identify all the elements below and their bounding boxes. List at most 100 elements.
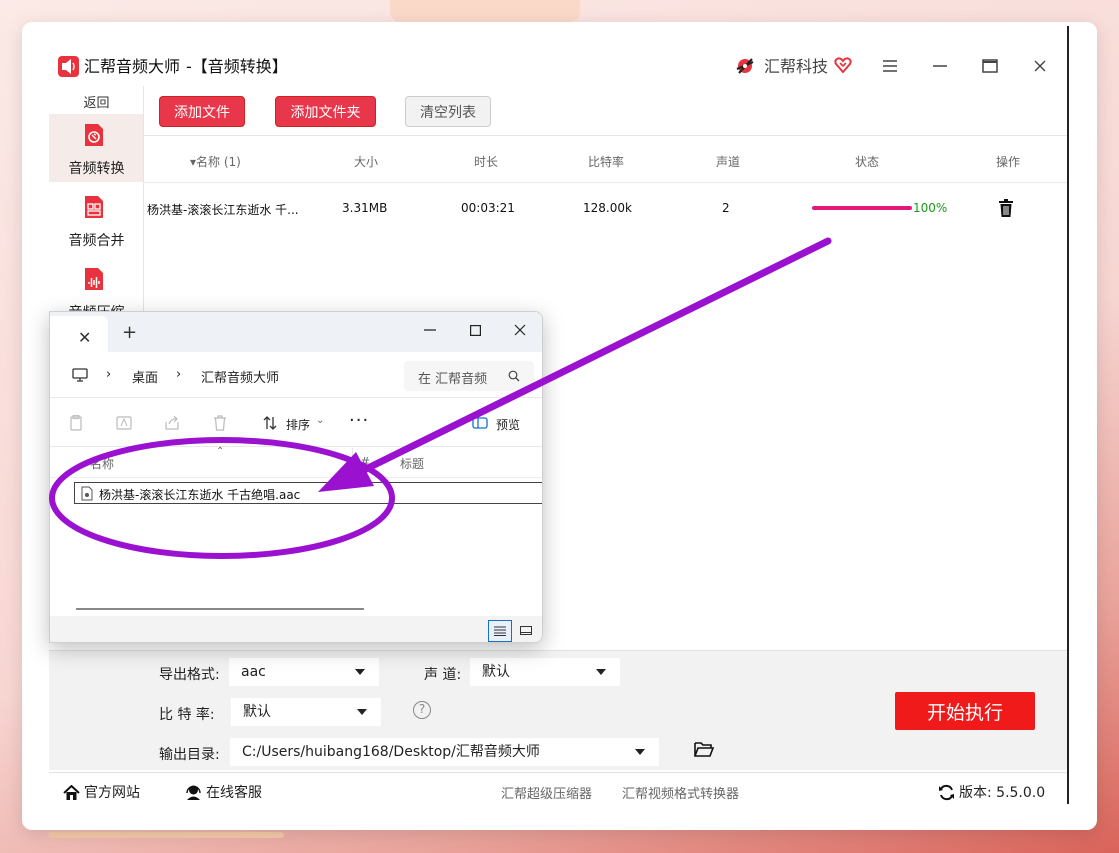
file-explorer-window: ✕ + › 桌面 › 汇帮音频大师 在 汇帮音频 排序 ⌄ ··· 预览 名称 … xyxy=(49,311,543,643)
chevron-down-icon xyxy=(357,709,367,715)
copy-icon[interactable] xyxy=(68,415,84,431)
breadcrumb-desktop[interactable]: 桌面 xyxy=(132,367,158,386)
background-decoration xyxy=(390,0,580,22)
column-duration[interactable]: 时长 xyxy=(474,153,498,170)
file-size: 3.31MB xyxy=(342,201,388,215)
clear-list-button[interactable]: 清空列表 xyxy=(405,96,491,127)
chevron-down-icon: ⌄ xyxy=(316,415,325,426)
column-name[interactable]: 名称 xyxy=(90,455,114,472)
share-icon[interactable] xyxy=(164,415,180,431)
bitrate-select[interactable]: 默认 xyxy=(231,698,381,726)
column-status[interactable]: 状态 xyxy=(855,153,879,170)
format-select[interactable]: aac xyxy=(229,658,379,686)
output-label: 输出目录: xyxy=(159,747,220,763)
file-name: 杨洪基-滚滚长江东逝水 千... xyxy=(147,203,299,217)
file-table-header: ▾名称 (1) 大小 时长 比特率 声道 状态 操作 xyxy=(144,137,1068,183)
column-title[interactable]: 标题 xyxy=(400,455,424,472)
preview-pane-icon[interactable] xyxy=(472,415,488,431)
headset-icon xyxy=(186,785,201,800)
column-bitrate[interactable]: 比特率 xyxy=(588,153,624,170)
bitrate-label: 比 特 率: xyxy=(159,707,215,723)
official-website-label: 官方网站 xyxy=(84,785,140,801)
file-list-item[interactable]: 杨洪基-滚滚长江东逝水 千古绝唱.aac xyxy=(74,482,542,504)
close-icon[interactable] xyxy=(1028,54,1052,78)
search-placeholder: 在 汇帮音频 xyxy=(418,372,488,387)
preview-button[interactable]: 预览 xyxy=(496,416,520,433)
sidebar-item-label: 音频合并 xyxy=(68,233,125,249)
toolbar: 添加文件 添加文件夹 清空列表 xyxy=(144,86,1068,136)
column-action[interactable]: 操作 xyxy=(996,153,1020,170)
close-icon[interactable] xyxy=(508,318,532,342)
sidebar-item-audio-merge[interactable]: 音频合并 xyxy=(49,186,144,254)
format-label: 导出格式: xyxy=(159,667,220,683)
close-tab-icon[interactable]: ✕ xyxy=(78,328,91,347)
explorer-column-header: 名称 ⌃ # 标题 xyxy=(50,446,542,478)
audio-merge-icon xyxy=(85,196,103,218)
rename-icon[interactable] xyxy=(116,415,132,431)
minimize-icon[interactable] xyxy=(418,318,442,342)
format-value: aac xyxy=(241,664,266,680)
chevron-down-icon xyxy=(596,669,606,675)
tiles-view-icon[interactable] xyxy=(514,620,538,642)
horizontal-scrollbar[interactable] xyxy=(76,608,364,610)
maximize-icon[interactable] xyxy=(463,318,487,342)
explorer-command-bar: 排序 ⌄ ··· 预览 xyxy=(50,399,542,447)
computer-icon[interactable] xyxy=(72,368,88,382)
delete-icon[interactable] xyxy=(212,415,228,431)
sidebar-item-audio-convert[interactable]: 音频转换 xyxy=(49,114,144,182)
start-button[interactable]: 开始执行 xyxy=(895,692,1035,730)
output-dir-value: C:/Users/huibang168/Desktop/汇帮音频大师 xyxy=(242,744,540,760)
explorer-tab-bar: ✕ + xyxy=(50,312,542,352)
search-input[interactable]: 在 汇帮音频 xyxy=(404,361,534,391)
back-button[interactable]: 返回 xyxy=(49,92,144,111)
window-edge xyxy=(1067,26,1069,804)
table-row[interactable]: 杨洪基-滚滚长江东逝水 千... 3.31MB 00:03:21 128.00k… xyxy=(144,184,1068,230)
footer: 官方网站 在线客服 汇帮超级压缩器 汇帮视频格式转换器 版本: 5.5.0.0 xyxy=(49,772,1068,808)
version-info[interactable]: 版本: 5.5.0.0 xyxy=(938,782,1045,802)
search-icon xyxy=(508,370,520,382)
sort-icon[interactable] xyxy=(262,415,278,431)
background-decoration-bar xyxy=(48,832,284,838)
chevron-right-icon: › xyxy=(106,367,112,382)
details-view-icon[interactable] xyxy=(488,620,512,642)
output-dir-select[interactable]: C:/Users/huibang168/Desktop/汇帮音频大师 xyxy=(230,738,659,766)
sort-button[interactable]: 排序 xyxy=(286,416,310,433)
minimize-icon[interactable] xyxy=(928,54,952,78)
more-options-icon[interactable]: ··· xyxy=(349,410,369,431)
chevron-down-icon xyxy=(355,669,365,675)
breadcrumb-folder[interactable]: 汇帮音频大师 xyxy=(201,367,279,386)
audio-convert-icon xyxy=(85,124,103,146)
column-channels[interactable]: 声道 xyxy=(716,153,740,170)
app-title: 汇帮音频大师 xyxy=(84,57,181,76)
file-list-item-name: 杨洪基-滚滚长江东逝水 千古绝唱.aac xyxy=(99,488,301,502)
column-name[interactable]: ▾名称 (1) xyxy=(190,153,241,170)
channel-value: 默认 xyxy=(482,664,510,680)
chevron-down-icon xyxy=(635,749,645,755)
new-tab-icon[interactable]: + xyxy=(122,322,137,343)
folder-open-icon[interactable] xyxy=(694,741,714,758)
column-size[interactable]: 大小 xyxy=(354,153,378,170)
progress-bar xyxy=(812,206,912,210)
column-number[interactable]: # xyxy=(360,455,370,469)
file-channels: 2 xyxy=(722,201,730,215)
channel-label: 声 道: xyxy=(424,667,462,683)
title-bar: 汇帮音频大师 -【音频转换】 汇帮科技 xyxy=(22,22,1068,86)
official-website-link[interactable]: 官方网站 xyxy=(63,782,140,802)
heart-icon[interactable] xyxy=(833,55,853,75)
version-label: 版本: 5.5.0.0 xyxy=(959,785,1046,801)
super-compressor-link[interactable]: 汇帮超级压缩器 xyxy=(501,783,592,802)
trash-icon[interactable] xyxy=(998,199,1014,217)
maximize-icon[interactable] xyxy=(978,54,1002,78)
progress-text: 100% xyxy=(913,201,948,215)
menu-icon[interactable] xyxy=(878,54,902,78)
add-folder-button[interactable]: 添加文件夹 xyxy=(275,96,376,127)
explorer-tab[interactable]: ✕ xyxy=(50,316,108,352)
explorer-status-bar xyxy=(50,616,542,642)
channel-select[interactable]: 默认 xyxy=(470,658,620,686)
video-converter-link[interactable]: 汇帮视频格式转换器 xyxy=(622,783,739,802)
online-support-link[interactable]: 在线客服 xyxy=(185,782,262,802)
chevron-up-icon: ⌃ xyxy=(216,446,225,457)
add-file-button[interactable]: 添加文件 xyxy=(159,96,245,127)
audio-file-icon xyxy=(81,486,93,501)
help-icon[interactable]: ? xyxy=(413,701,431,719)
